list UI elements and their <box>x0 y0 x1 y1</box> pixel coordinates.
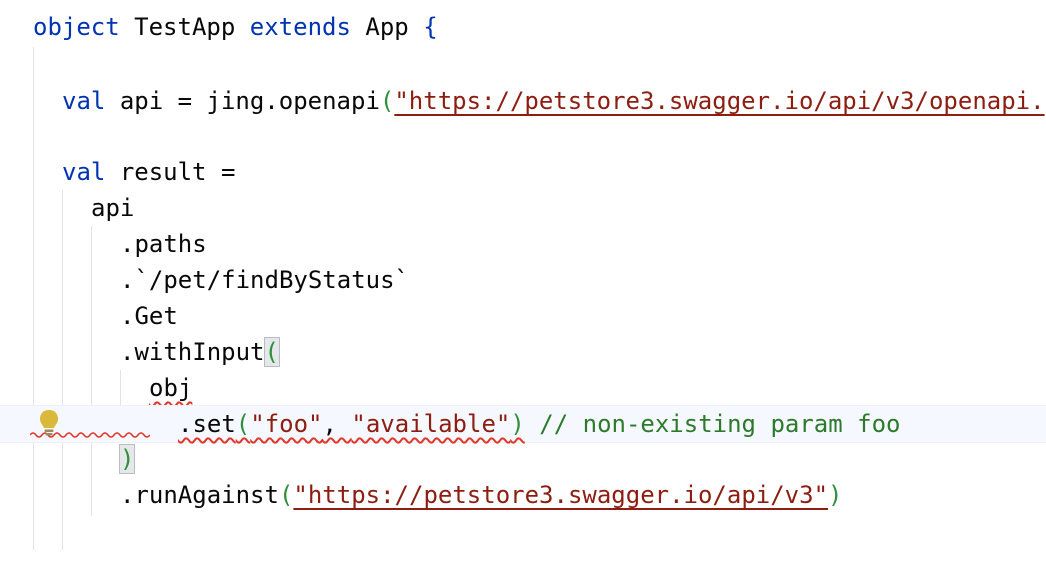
paren: ( <box>379 87 395 115</box>
paren: ( <box>278 481 294 509</box>
code-line[interactable]: obj <box>0 370 1046 406</box>
code-line[interactable]: .runAgainst("https://petstore3.swagger.i… <box>0 477 1046 513</box>
identifier: App <box>365 13 409 41</box>
paren: ) <box>510 410 525 438</box>
identifier: TestApp <box>134 13 236 41</box>
string-literal: "https://petstore3.swagger.io/api/v3/ope… <box>394 87 1045 115</box>
paren: ( <box>235 410 251 438</box>
caret-line[interactable]: .set("foo", "available") // non-existing… <box>0 405 1046 443</box>
code-line[interactable]: .Get <box>0 298 1046 334</box>
code-text: .runAgainst <box>120 481 279 509</box>
string-literal: "foo" <box>250 410 323 438</box>
code-line[interactable]: val result = <box>0 154 1046 190</box>
matched-paren: ( <box>263 337 280 367</box>
code-text: .paths <box>120 230 207 258</box>
code-text: , <box>322 410 352 438</box>
code-line[interactable]: ) <box>0 441 1046 477</box>
code-text: .set <box>178 410 236 438</box>
code-text: api = jing.openapi <box>119 87 380 115</box>
code-line[interactable]: object TestApp extends App { <box>0 9 1046 45</box>
code-line[interactable]: api <box>0 190 1046 226</box>
code-line[interactable]: val api = jing.openapi("https://petstore… <box>0 83 1046 119</box>
lightbulb-icon[interactable] <box>38 408 60 438</box>
code-line[interactable]: .paths <box>0 226 1046 262</box>
code-text: obj <box>149 374 193 402</box>
code-line[interactable]: .withInput( <box>0 334 1046 370</box>
string-literal: "https://petstore3.swagger.io/api/v3" <box>293 481 829 509</box>
code-text: result = <box>119 158 236 186</box>
code-text: .Get <box>120 302 178 330</box>
matched-paren: ) <box>118 444 136 474</box>
keyword: extends <box>249 13 351 41</box>
code-editor[interactable]: object TestApp extends App { val api = j… <box>0 0 1046 550</box>
code-text: .withInput <box>120 338 265 366</box>
keyword: val <box>62 158 106 186</box>
string-literal: "available" <box>351 410 511 438</box>
code-comment: // non-existing param foo <box>539 410 901 438</box>
keyword: val <box>62 87 106 115</box>
keyword: object <box>33 13 120 41</box>
brace: { <box>423 13 438 41</box>
paren: ) <box>828 481 843 509</box>
code-text: api <box>91 194 135 222</box>
code-line[interactable]: .`/pet/findByStatus` <box>0 262 1046 298</box>
code-text: .`/pet/findByStatus` <box>120 266 409 294</box>
